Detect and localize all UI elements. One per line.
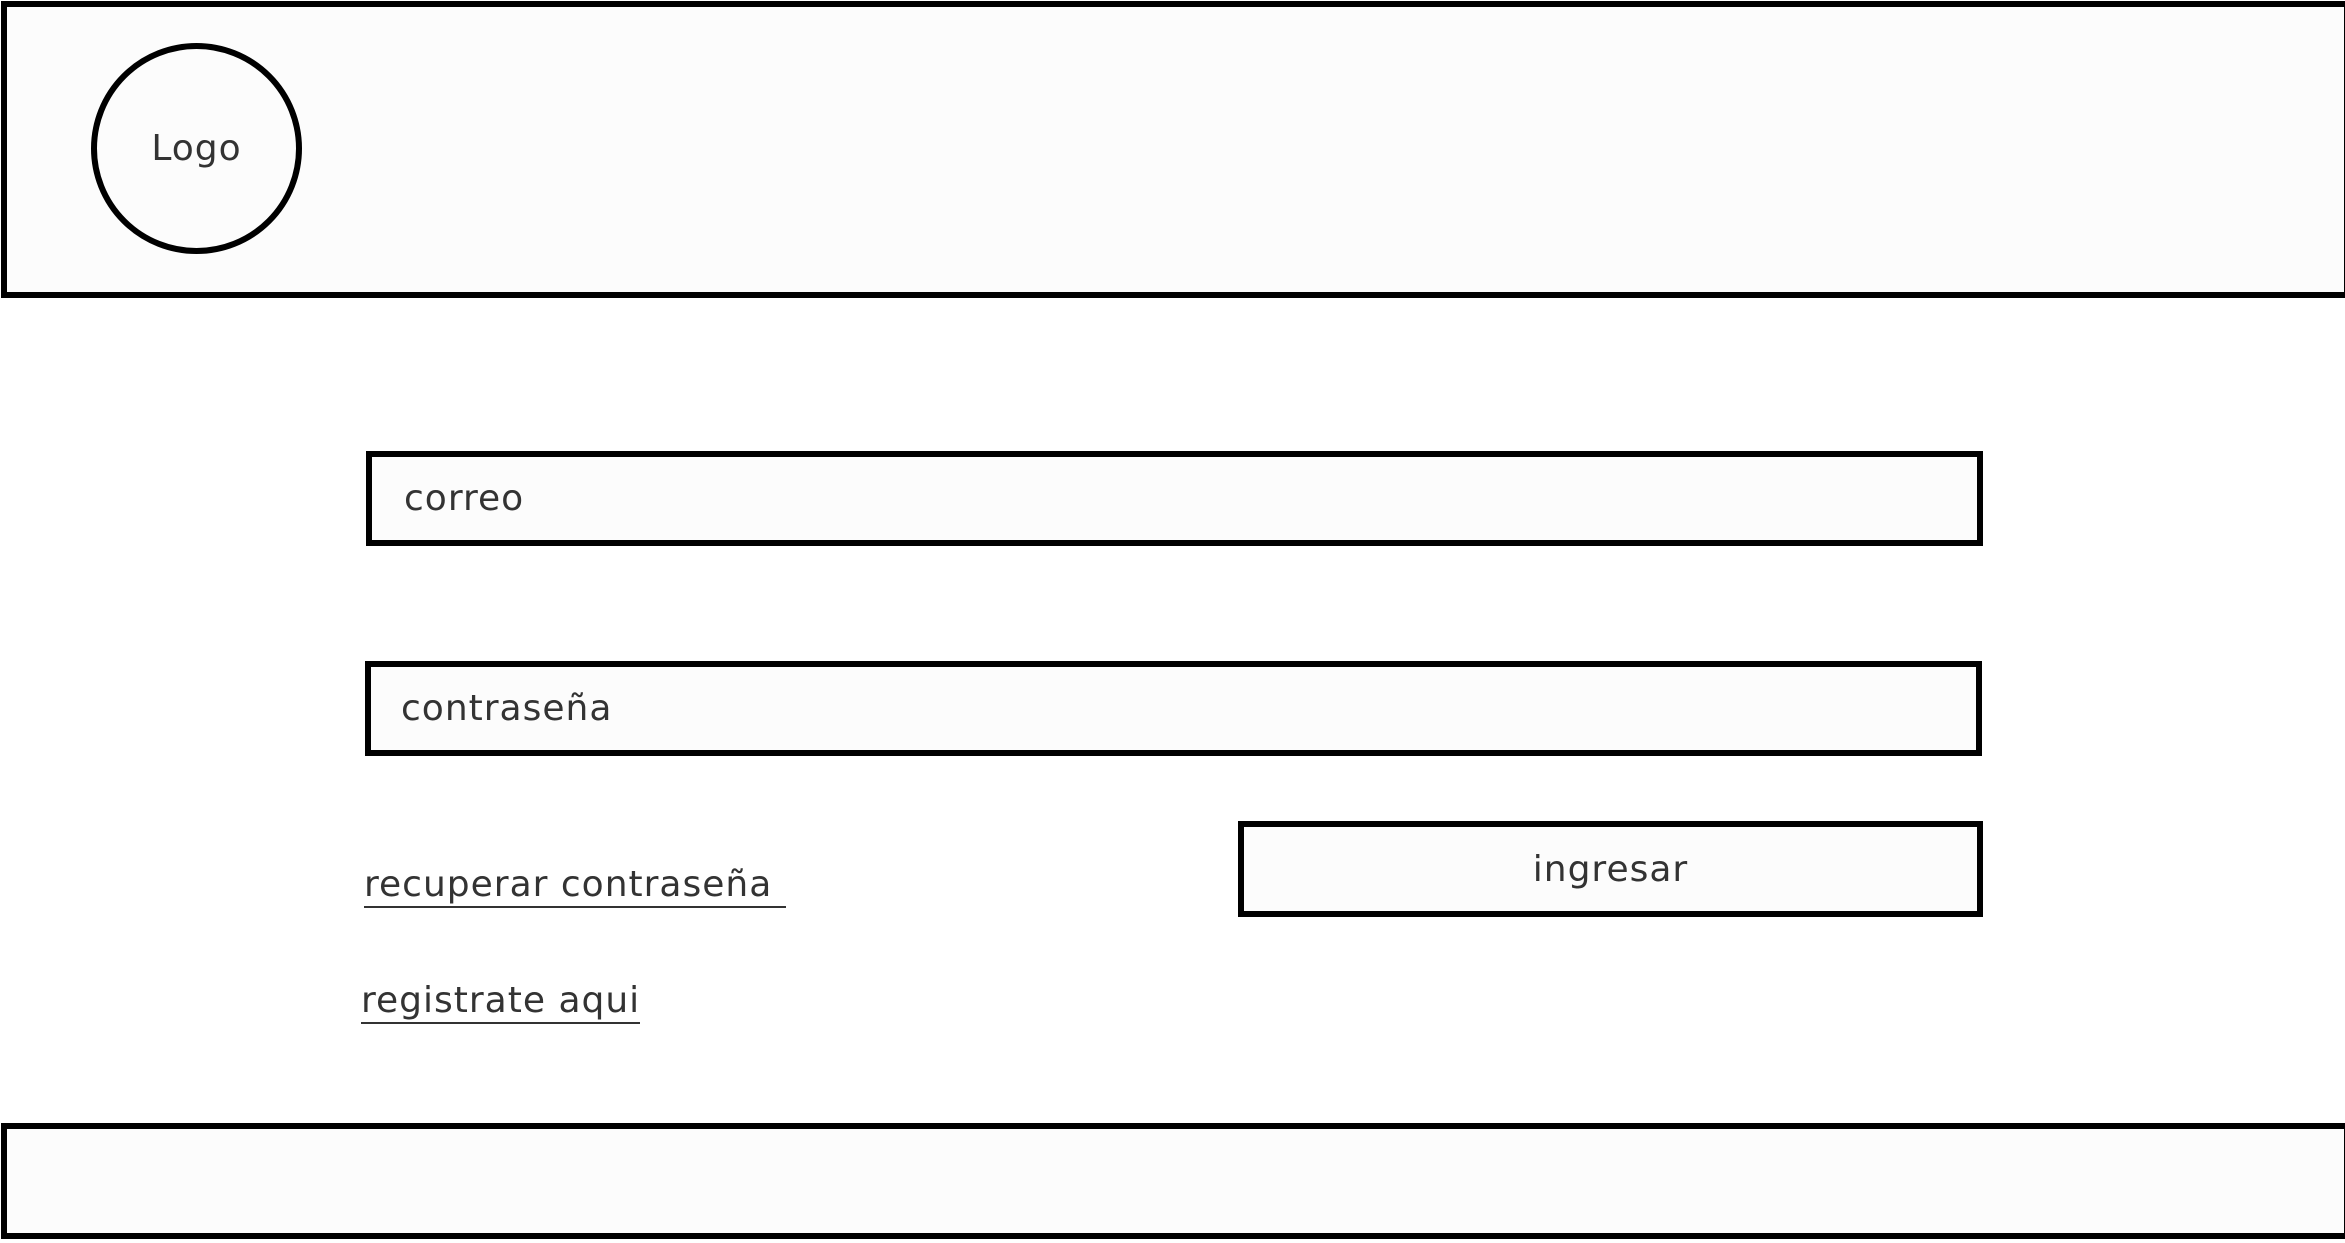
logo[interactable]: Logo <box>91 43 302 254</box>
login-button-label: ingresar <box>1532 848 1689 890</box>
logo-label: Logo <box>151 128 242 169</box>
footer-bar <box>1 1123 2345 1239</box>
password-field[interactable] <box>365 661 1982 756</box>
header-bar: Logo <box>1 1 2345 298</box>
recover-password-link[interactable]: recuperar contraseña <box>364 864 787 908</box>
login-button[interactable]: ingresar <box>1238 821 1983 917</box>
register-link[interactable]: registrate aqui <box>361 980 641 1024</box>
email-field[interactable] <box>366 451 1983 546</box>
